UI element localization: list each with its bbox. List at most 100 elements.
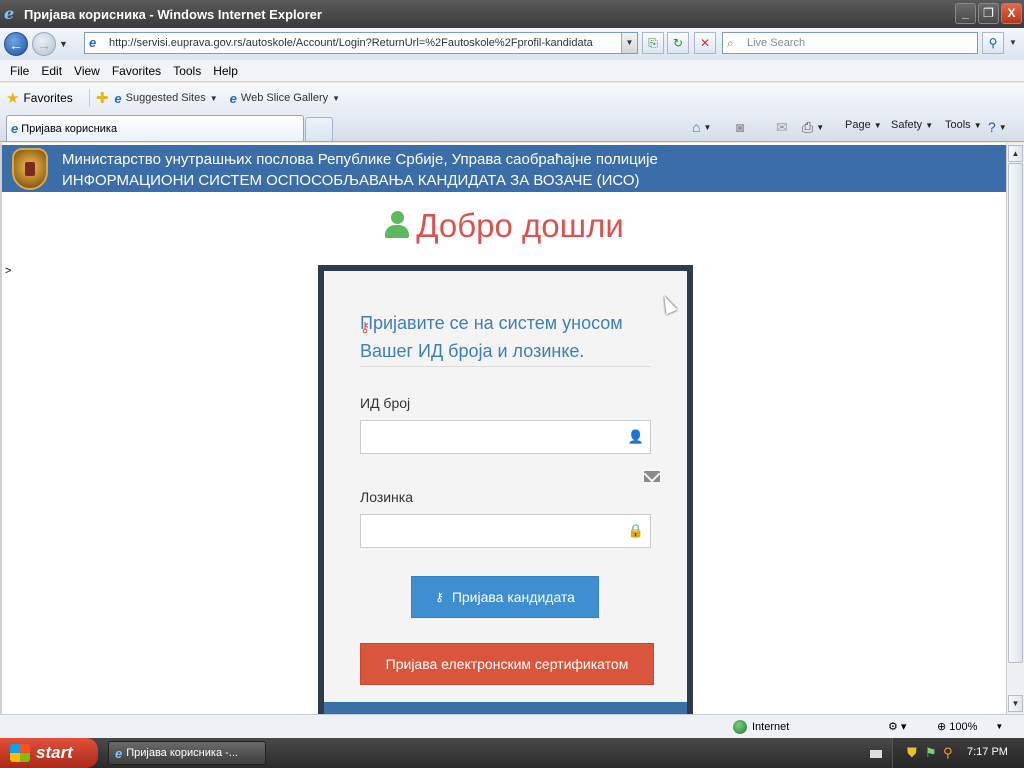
safety-menu[interactable]: Safety ▼: [891, 119, 933, 131]
chevron-down-icon: ▼: [973, 120, 982, 130]
certificate-login-button[interactable]: Пријава електронским сертификатом: [360, 643, 654, 685]
add-favorite-icon[interactable]: ✚: [96, 89, 109, 107]
welcome-text: Добро дошли: [416, 207, 624, 244]
candidate-login-label: Пријава кандидата: [451, 589, 575, 605]
search-tray-icon[interactable]: ⚲: [943, 745, 953, 761]
favorites-star-icon: ★: [6, 90, 20, 107]
protected-mode-icon[interactable]: ⚙ ▾: [888, 720, 906, 733]
key-icon: ⚷: [435, 590, 444, 604]
address-field[interactable]: e http://servisi.euprava.gov.rs/autoskol…: [84, 32, 638, 54]
candidate-login-button[interactable]: ⚷ Пријава кандидата: [411, 576, 599, 618]
chevron-down-icon: ▼: [998, 122, 1007, 132]
home-icon: ⌂: [692, 119, 701, 135]
menu-file[interactable]: File: [4, 64, 35, 78]
zoom-level: 100%: [949, 720, 978, 733]
key-icon: ⚷: [360, 319, 371, 335]
site-header: Министарство унутрашњих послова Републик…: [2, 145, 1006, 192]
status-bar: Internet ⚙ ▾ ⊕ 100% ▼: [0, 714, 1024, 738]
id-number-field[interactable]: 👤: [360, 420, 651, 454]
help-button[interactable]: ? ▼: [988, 119, 1007, 135]
forward-button[interactable]: →: [32, 32, 56, 56]
police-crest-logo: [12, 148, 48, 190]
zoom-icon: ⊕: [937, 721, 950, 733]
panel-footer: [324, 702, 687, 714]
feeds-button[interactable]: ◙: [736, 119, 744, 135]
start-button[interactable]: start: [0, 738, 98, 768]
history-dropdown-icon[interactable]: ▼: [59, 39, 71, 49]
home-button[interactable]: ⌂ ▼: [692, 119, 711, 135]
new-tab-button[interactable]: [305, 117, 333, 141]
search-button[interactable]: ⚲: [982, 32, 1004, 54]
zone-label: Internet: [752, 721, 790, 733]
system-title: ИНФОРМАЦИОНИ СИСТЕМ ОСПОСОБЉАВАЊА КАНДИД…: [62, 172, 640, 189]
search-placeholder: Live Search: [747, 37, 806, 49]
taskbar-item-ie[interactable]: e Пријава корисника -...: [108, 741, 266, 765]
keyboard-icon[interactable]: [870, 750, 882, 758]
stop-button[interactable]: ✕: [694, 32, 716, 54]
menu-help[interactable]: Help: [207, 64, 244, 78]
address-dropdown-icon[interactable]: ▼: [621, 33, 637, 53]
page-menu-label: Page: [845, 119, 871, 131]
read-mail-button[interactable]: ✉: [776, 119, 788, 136]
network-icon[interactable]: ⚑: [925, 745, 937, 761]
ie-icon: e: [115, 745, 123, 761]
globe-icon: [733, 720, 747, 734]
search-options-dropdown-icon[interactable]: ▼: [1006, 32, 1020, 54]
refresh-button[interactable]: ↻: [667, 32, 689, 54]
menu-view[interactable]: View: [68, 64, 106, 78]
ie-logo-icon: e: [4, 4, 15, 23]
page-menu[interactable]: Page ▼: [845, 119, 882, 131]
certificate-login-label: Пријава електронским сертификатом: [385, 656, 629, 672]
start-label: start: [36, 743, 73, 762]
vertical-scrollbar[interactable]: ▲ ▼: [1006, 143, 1024, 714]
favorites-button[interactable]: Favorites: [23, 91, 72, 105]
login-panel: ⚷ Пријавите се на систем уносом Вашег ИД…: [318, 265, 693, 714]
scroll-up-icon[interactable]: ▲: [1008, 145, 1023, 162]
suggested-sites-link[interactable]: e Suggested Sites ▼: [114, 91, 217, 106]
web-slice-gallery-link[interactable]: e Web Slice Gallery ▼: [230, 91, 340, 106]
restore-button[interactable]: ❐: [978, 3, 999, 24]
stray-character: >: [5, 265, 12, 277]
minimize-button[interactable]: _: [955, 3, 976, 24]
security-zone[interactable]: Internet: [733, 720, 789, 734]
chevron-down-icon: ▼: [995, 722, 1004, 731]
login-panel-body: ⚷ Пријавите се на систем уносом Вашег ИД…: [324, 271, 687, 714]
tab-bar: e Пријава корисника ⌂ ▼ ◙ ✉ ⎙ ▼ Page ▼ Safe…: [0, 113, 1024, 142]
back-button[interactable]: ←: [4, 32, 28, 56]
window-titlebar: e Пријава корисника - Windows Internet E…: [0, 0, 1024, 28]
menu-favorites[interactable]: Favorites: [106, 64, 167, 78]
user-icon: 👤: [627, 429, 644, 444]
scroll-down-icon[interactable]: ▼: [1008, 695, 1023, 712]
menu-tools[interactable]: Tools: [167, 64, 207, 78]
windows-logo-icon: [10, 744, 30, 762]
mail-icon: ✉: [776, 119, 788, 135]
taskbar-item-label: Пријава корисника -...: [126, 747, 238, 759]
help-icon: ?: [988, 119, 996, 135]
lock-icon: 🔒: [627, 523, 644, 538]
password-field[interactable]: 🔒: [360, 514, 651, 548]
menu-bar: File Edit View Favorites Tools Help: [0, 60, 1024, 82]
shield-icon[interactable]: ⛊: [907, 745, 917, 761]
tab-login[interactable]: e Пријава корисника: [6, 115, 304, 141]
close-button[interactable]: X: [1001, 3, 1022, 24]
scroll-thumb[interactable]: [1008, 163, 1023, 663]
page-icon: e: [229, 90, 237, 106]
welcome-heading: Добро дошли: [2, 207, 1006, 245]
chevron-down-icon: ▼: [703, 122, 712, 132]
compatibility-view-button[interactable]: ⎘: [642, 32, 664, 54]
address-toolbar: ← → ▼ e http://servisi.euprava.gov.rs/au…: [0, 28, 1024, 60]
menu-edit[interactable]: Edit: [35, 64, 68, 78]
suggested-sites-label: Suggested Sites: [125, 92, 206, 104]
chevron-down-icon: ▼: [332, 93, 341, 103]
chevron-down-icon: ▼: [209, 93, 218, 103]
web-slice-gallery-label: Web Slice Gallery: [240, 92, 329, 104]
zoom-control[interactable]: ⊕ 100% ▼: [937, 720, 1004, 734]
tools-menu[interactable]: Tools ▼: [945, 119, 982, 131]
print-button[interactable]: ⎙ ▼: [802, 119, 824, 136]
user-icon: [384, 211, 410, 239]
clock[interactable]: 7:17 PM: [967, 746, 1008, 758]
page-icon: e: [11, 121, 19, 136]
url-text[interactable]: http://servisi.euprava.gov.rs/autoskole/…: [109, 37, 621, 49]
search-icon: ⌕: [727, 35, 734, 50]
search-field[interactable]: ⌕ Live Search: [722, 32, 978, 54]
